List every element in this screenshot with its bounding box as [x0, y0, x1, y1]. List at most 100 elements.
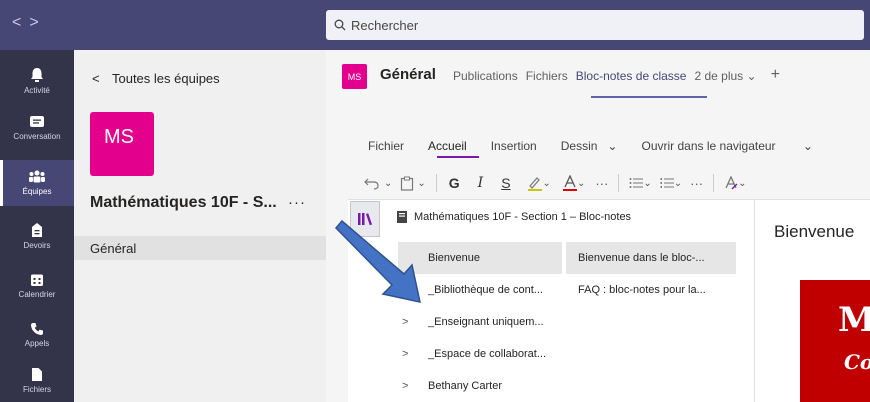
- bold-button[interactable]: G: [449, 175, 460, 191]
- chevron-right-icon: >: [402, 348, 409, 360]
- tab-class-notebook[interactable]: Bloc-notes de classe: [576, 69, 687, 84]
- rail-calendar[interactable]: Calendrier: [0, 263, 74, 309]
- banner-text: M: [838, 300, 870, 340]
- section-label: _Enseignant uniquem...: [428, 316, 544, 328]
- section-item[interactable]: > Bethany Carter: [398, 370, 562, 402]
- tab-more-label: 2 de plus: [694, 69, 744, 83]
- team-name: Mathématiques 10F - S...: [90, 194, 277, 211]
- toolbar-more-button[interactable]: ···: [595, 176, 608, 191]
- rail-chat[interactable]: Conversation: [0, 105, 74, 151]
- open-in-browser-button[interactable]: Ouvrir dans le navigateur ⌄: [641, 139, 836, 153]
- rail-label: Équipes: [22, 187, 52, 196]
- app-rail: Activité Conversation Équipes Devoirs Ca…: [0, 50, 74, 402]
- highlight-button[interactable]: ⌄: [527, 175, 551, 191]
- chevron-down-icon: ⌄: [542, 177, 551, 189]
- highlighter-icon: [527, 177, 542, 191]
- page-banner-image: M Co: [800, 280, 870, 402]
- phone-icon: [31, 323, 43, 335]
- banner-text: Co: [844, 350, 870, 374]
- rail-files[interactable]: Fichiers: [0, 357, 74, 402]
- rail-teams[interactable]: Équipes: [0, 160, 74, 206]
- section-label: Bienvenue: [428, 252, 480, 264]
- clipboard-icon[interactable]: [400, 176, 414, 191]
- chevron-right-icon: >: [402, 380, 409, 392]
- section-label: Bethany Carter: [428, 380, 502, 392]
- font-color-icon: [562, 175, 577, 191]
- team-avatar: MS: [90, 112, 154, 176]
- ribbon-tabs: Fichier Accueil Insertion Dessin ⌄ Ouvri…: [368, 139, 861, 153]
- annotation-arrow-icon: [334, 220, 421, 303]
- search-icon: [334, 19, 346, 31]
- chevron-down-icon: ⌄: [643, 177, 652, 189]
- history-nav: <>: [12, 14, 47, 32]
- ribbon-tab-draw[interactable]: Dessin: [561, 139, 598, 153]
- channel-title: Général: [380, 66, 436, 83]
- font-color-button[interactable]: ⌄: [562, 175, 586, 191]
- chevron-right-icon: >: [402, 316, 409, 328]
- chevron-down-icon: ⌄: [746, 69, 757, 83]
- section-item[interactable]: > _Espace de collaborat...: [398, 338, 562, 370]
- ribbon-tab-home[interactable]: Accueil: [428, 139, 467, 153]
- numbering-button[interactable]: ⌄: [660, 177, 682, 189]
- chevron-down-icon[interactable]: ⌄: [417, 178, 425, 189]
- notebook-title-bar[interactable]: Mathématiques 10F - Section 1 – Bloc-not…: [396, 210, 631, 224]
- tab-files[interactable]: Fichiers: [526, 69, 568, 84]
- rail-label: Activité: [24, 86, 50, 95]
- pane-divider: [754, 200, 755, 402]
- chevron-down-icon[interactable]: ⌄: [384, 178, 392, 189]
- rail-label: Devoirs: [23, 241, 51, 250]
- toolbar-separator: [618, 174, 620, 192]
- chevron-left-icon: <: [92, 71, 100, 86]
- channel-general[interactable]: Général: [74, 236, 326, 260]
- styles-icon: [725, 176, 738, 190]
- rail-assignments[interactable]: Devoirs: [0, 213, 74, 259]
- back-icon[interactable]: <: [12, 14, 29, 31]
- title-bar: <> Rechercher: [0, 0, 870, 50]
- ribbon-tab-file[interactable]: Fichier: [368, 139, 404, 153]
- section-label: _Bibliothèque de cont...: [428, 284, 543, 296]
- chevron-down-icon: ⌄: [576, 177, 586, 189]
- ribbon-more-chevron-icon[interactable]: ⌄: [607, 139, 617, 153]
- files-icon: [32, 367, 42, 381]
- rail-calls[interactable]: Appels: [0, 312, 74, 358]
- tab-publications[interactable]: Publications: [453, 69, 518, 84]
- underline-button[interactable]: S: [501, 175, 510, 191]
- rail-label: Conversation: [13, 132, 61, 141]
- bell-icon: [31, 68, 43, 82]
- rail-label: Appels: [24, 339, 50, 348]
- team-panel: < Toutes les équipes MS Mathématiques 10…: [74, 50, 326, 402]
- rail-label: Fichiers: [22, 384, 51, 394]
- chat-icon: [30, 116, 44, 127]
- channel-tabs: Publications Fichiers Bloc-notes de clas…: [453, 66, 780, 84]
- ribbon-tab-insert[interactable]: Insertion: [491, 139, 537, 153]
- team-more-button[interactable]: ···: [288, 194, 306, 211]
- page-item[interactable]: Bienvenue dans le bloc-...: [566, 242, 736, 274]
- assignments-icon: [32, 223, 42, 237]
- format-toolbar: ⌄ ⌄ G I S ⌄ ⌄ ··· ⌄ ⌄ ··· ⌄: [364, 170, 747, 196]
- tab-more[interactable]: 2 de plus ⌄: [694, 69, 756, 84]
- toolbar-more-button[interactable]: ···: [690, 176, 703, 191]
- forward-icon[interactable]: >: [29, 14, 46, 31]
- channel-avatar: MS: [342, 64, 367, 89]
- styles-button[interactable]: ⌄: [724, 176, 747, 190]
- page-item[interactable]: FAQ : bloc-notes pour la...: [566, 274, 736, 306]
- toolbar-separator: [713, 174, 715, 192]
- numbered-list-icon: [660, 178, 674, 188]
- chevron-down-icon: ⌄: [802, 139, 813, 153]
- section-label: _Espace de collaborat...: [428, 348, 547, 360]
- add-tab-button[interactable]: +: [771, 66, 780, 84]
- italic-button[interactable]: I: [478, 175, 484, 191]
- bullet-list-icon: [629, 178, 644, 188]
- search-box[interactable]: Rechercher: [326, 10, 864, 40]
- rail-label: Calendrier: [18, 290, 56, 299]
- calendar-icon: [31, 274, 43, 286]
- bullets-button[interactable]: ⌄: [629, 177, 652, 189]
- section-item[interactable]: > _Enseignant uniquem...: [398, 306, 562, 338]
- undo-icon[interactable]: [364, 176, 380, 190]
- page-list: Bienvenue dans le bloc-... FAQ : bloc-no…: [566, 242, 736, 306]
- rail-activity[interactable]: Activité: [0, 58, 74, 104]
- toolbar-separator: [435, 174, 437, 192]
- teams-icon: [29, 170, 45, 183]
- open-in-browser-label: Ouvrir dans le navigateur: [641, 139, 776, 153]
- all-teams-link[interactable]: < Toutes les équipes: [92, 71, 220, 86]
